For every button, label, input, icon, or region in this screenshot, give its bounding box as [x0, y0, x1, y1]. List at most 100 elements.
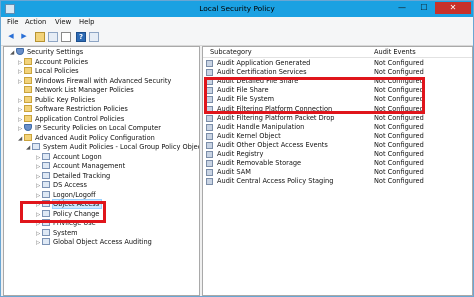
policy-row[interactable]: Audit Handle Manipulation Not Configured	[203, 123, 472, 132]
folder-icon	[24, 105, 32, 112]
policy-row[interactable]: Audit Application Generated Not Configure…	[203, 59, 472, 68]
folder-icon	[24, 114, 32, 122]
tree-node-label: Logon/Logoff	[53, 190, 96, 199]
policy-subcategory: Audit Kernel Object	[217, 131, 281, 140]
tree-pane: ◢ Security Settings ▷ Account Policies ▷ Loca…	[3, 46, 200, 296]
tree-node-system-audit-policies-local-group-policy-object[interactable]: ◢ System Audit Policies - Local Group Pol…	[26, 143, 199, 152]
tree-node-label: Account Logon	[53, 152, 102, 161]
tree-node-account-policies[interactable]: ▷ Account Policies	[18, 57, 88, 67]
audit-policy-icon	[42, 190, 50, 198]
policy-subcategory: Audit Registry	[217, 150, 264, 158]
column-audit-events[interactable]: Audit Events	[374, 48, 416, 56]
minimize-button[interactable]: —	[391, 2, 413, 14]
forward-arrow-icon[interactable]: ▶	[19, 32, 29, 42]
policy-audit-events: Not Configured	[374, 113, 424, 122]
audit-policy-icon	[42, 162, 50, 169]
tree-node-label: Security Settings	[27, 48, 84, 56]
shield-icon	[24, 124, 32, 131]
tree-node-label: Public Key Policies	[35, 95, 96, 104]
tree-node-ds-access[interactable]: ▷ DS Access	[36, 181, 87, 190]
policy-subcategory: Audit SAM	[217, 168, 251, 177]
folder-icon	[24, 95, 32, 103]
audit-setting-icon	[206, 69, 213, 77]
audit-policy-icon	[42, 228, 50, 236]
shield-icon	[16, 48, 24, 55]
tree-node-label: Global Object Access Auditing	[53, 238, 152, 246]
tree-node-label: Local Policies	[35, 67, 79, 75]
policy-subcategory: Audit Certification Services	[217, 68, 307, 77]
help-icon[interactable]: ?	[76, 32, 86, 42]
policy-row[interactable]: Audit SAM Not Configured	[203, 168, 472, 177]
up-folder-icon[interactable]	[35, 32, 45, 42]
tree-node-label: System	[53, 228, 78, 237]
tree-node-logon-logoff[interactable]: ▷ Logon/Logoff	[36, 190, 96, 200]
back-arrow-icon[interactable]: ◀	[6, 32, 16, 42]
export-list-icon[interactable]	[61, 32, 71, 42]
close-button[interactable]: ✕	[435, 2, 471, 14]
tree-node-detailed-tracking[interactable]: ▷ Detailed Tracking	[36, 171, 110, 181]
tree-node-network-list-manager-policies[interactable]: Network List Manager Policies	[18, 86, 134, 95]
policy-row[interactable]: Audit Kernel Object Not Configured	[203, 132, 472, 141]
menu-bar: File Action View Help	[1, 17, 473, 29]
tree-node-label: Windows Firewall with Advanced Security	[35, 76, 172, 85]
menu-help[interactable]: Help	[79, 18, 95, 26]
audit-setting-icon	[206, 123, 213, 131]
policy-audit-events: Not Configured	[374, 68, 424, 77]
policy-audit-events: Not Configured	[374, 168, 424, 177]
maximize-button[interactable]: ☐	[413, 2, 435, 14]
policy-row[interactable]: Audit Filtering Platform Packet Drop Not …	[203, 114, 472, 123]
main-window: Local Security Policy — ☐ ✕ File Action …	[0, 0, 474, 297]
tree-node-account-management[interactable]: ▷ Account Management	[36, 162, 125, 171]
tree-node-global-object-access-auditing[interactable]: ▷ Global Object Access Auditing	[36, 238, 152, 247]
object-access-highlight-box	[20, 201, 106, 223]
audit-setting-icon	[206, 169, 213, 177]
policy-subcategory: Audit Central Access Policy Staging	[217, 177, 334, 186]
menu-file[interactable]: File	[7, 18, 18, 26]
policy-subcategory: Audit Handle Manipulation	[217, 122, 305, 131]
tree-node-public-key-policies[interactable]: ▷ Public Key Policies	[18, 95, 96, 105]
properties-icon[interactable]	[89, 32, 99, 42]
title-bar[interactable]: Local Security Policy — ☐ ✕	[1, 1, 473, 17]
tree-node-label: Advanced Audit Policy Configuration	[35, 133, 155, 142]
tree-node-label: Network List Manager Policies	[35, 86, 134, 94]
policy-row[interactable]: Audit Certification Services Not Configur…	[203, 68, 472, 77]
policy-audit-events: Not Configured	[374, 140, 424, 149]
audit-policy-icon	[42, 171, 50, 179]
policy-row[interactable]: Audit Central Access Policy Staging Not C…	[203, 177, 472, 186]
tree-node-software-restriction-policies[interactable]: ▷ Software Restriction Policies	[18, 105, 128, 114]
tree-node-label: IP Security Policies on Local Computer	[35, 124, 161, 132]
audit-setting-icon	[206, 141, 213, 149]
policy-audit-events: Not Configured	[374, 131, 424, 140]
tree-node-advanced-audit-policy-configuration[interactable]: ◢ Advanced Audit Policy Configuration	[18, 133, 155, 143]
tree-node-ip-security-policies-on-local-computer[interactable]: ▷ IP Security Policies on Local Computer	[18, 124, 161, 133]
policy-highlight-box	[204, 77, 425, 114]
show-hide-tree-icon[interactable]	[48, 32, 58, 42]
policy-audit-events: Not Configured	[374, 59, 424, 67]
policy-subcategory: Audit Filtering Platform Packet Drop	[217, 113, 335, 122]
folder-icon	[24, 76, 32, 84]
policy-subcategory: Audit Other Object Access Events	[217, 140, 328, 149]
tree-node-system[interactable]: ▷ System	[36, 228, 78, 238]
menu-view[interactable]: View	[55, 18, 71, 26]
folder-icon	[24, 133, 32, 141]
audit-setting-icon	[206, 114, 213, 122]
tree-node-account-logon[interactable]: ▷ Account Logon	[36, 152, 102, 162]
column-subcategory[interactable]: Subcategory	[210, 48, 252, 56]
audit-policy-icon	[42, 238, 50, 245]
menu-action[interactable]: Action	[25, 18, 46, 26]
tree-node-label: Account Management	[53, 162, 126, 170]
tree-node-label: Application Control Policies	[35, 114, 125, 123]
tree-node-application-control-policies[interactable]: ▷ Application Control Policies	[18, 114, 125, 124]
folder-icon	[24, 57, 32, 65]
audit-setting-icon	[206, 151, 213, 158]
policy-audit-events: Not Configured	[374, 159, 424, 168]
policy-row[interactable]: Audit Removable Storage Not Configured	[203, 159, 472, 168]
tree-node-windows-firewall-with-advanced-security[interactable]: ▷ Windows Firewall with Advanced Security	[18, 76, 172, 86]
tree-node-local-policies[interactable]: ▷ Local Policies	[18, 67, 79, 76]
policy-audit-events: Not Configured	[374, 150, 424, 158]
tree-node-security-settings[interactable]: ◢ Security Settings	[10, 48, 83, 57]
policy-row[interactable]: Audit Registry Not Configured	[203, 150, 472, 159]
audit-policy-icon	[42, 181, 50, 188]
column-header: Subcategory Audit Events	[203, 47, 472, 58]
policy-row[interactable]: Audit Other Object Access Events Not Conf…	[203, 141, 472, 150]
